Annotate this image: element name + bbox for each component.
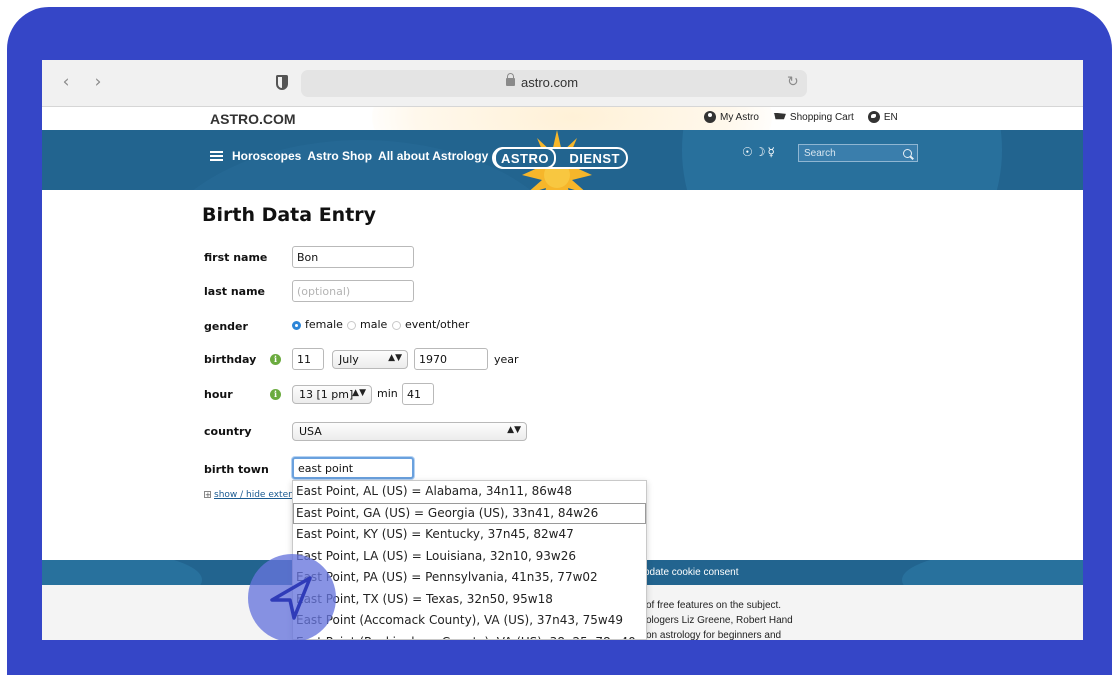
footer-line: on astrology for beginners and [646, 630, 782, 640]
cursor-indicator [248, 554, 336, 640]
select-arrows-icon: ▲▼ [388, 353, 402, 363]
cookie-band-decoration [42, 560, 202, 585]
nav-links: Horoscopes Astro Shop All about Astrolog… [232, 149, 488, 163]
month-value: July [339, 353, 359, 366]
top-links: My Astro Shopping Cart EN [704, 111, 898, 123]
reload-icon[interactable]: ↻ [787, 74, 799, 90]
forward-button[interactable]: › [90, 72, 106, 92]
nav-about-astrology[interactable]: All about Astrology [378, 149, 488, 163]
language-label: EN [883, 111, 898, 123]
show-hide-extended-link[interactable]: + show / hide exten [204, 490, 294, 500]
birth-town-label: birth town [204, 463, 269, 476]
browser-window: ‹ › astro.com ↻ ASTRO.COM My Astro Shopp… [42, 60, 1083, 640]
suggestion-item-selected[interactable]: East Point, GA (US) = Georgia (US), 33n4… [293, 502, 646, 524]
gender-male-label[interactable]: male [360, 318, 387, 331]
minute-label: min [377, 387, 398, 400]
nav-astro-shop[interactable]: Astro Shop [307, 149, 372, 163]
country-label: country [204, 425, 252, 438]
info-icon[interactable]: i [270, 389, 281, 400]
birth-town-suggestions: East Point, AL (US) = Alabama, 34n11, 86… [292, 480, 647, 640]
footer-text: of free features on the subject. ologers… [646, 598, 793, 640]
month-select[interactable]: July ▲▼ [332, 350, 408, 369]
site-search[interactable] [798, 144, 918, 162]
gender-other-label[interactable]: event/other [405, 318, 469, 331]
cookie-band-decoration-right [902, 560, 1083, 585]
shopping-cart-link[interactable]: Shopping Cart [772, 111, 854, 123]
update-cookie-consent-link[interactable]: pdate cookie consent [644, 567, 739, 578]
hour-select[interactable]: 13 [1 pm] ▲▼ [292, 385, 372, 404]
year-label: year [494, 353, 519, 366]
planet-glyphs[interactable]: ☉☽☿ [742, 145, 777, 159]
globe-icon [867, 111, 880, 123]
hour-value: 13 [1 pm] [299, 388, 354, 401]
gender-label: gender [204, 320, 248, 333]
brand-right: DIENST [569, 150, 620, 166]
footer-line: of free features on the subject. [646, 600, 782, 611]
suggestion-item[interactable]: East Point (Rockingham County), VA (US),… [293, 632, 646, 640]
gender-female-label[interactable]: female [305, 318, 343, 331]
astrodienst-logo[interactable]: ASTRO DIENST [492, 147, 628, 169]
footer-line: ologers Liz Greene, Robert Hand [646, 615, 793, 626]
birth-town-input[interactable] [292, 457, 414, 479]
main-nav: Horoscopes Astro Shop All about Astrolog… [42, 130, 1083, 190]
suggestion-item[interactable]: East Point, AL (US) = Alabama, 34n11, 86… [293, 481, 646, 503]
select-arrows-icon: ▲▼ [352, 388, 366, 398]
show-hide-label: show / hide exten [214, 490, 294, 500]
send-arrow-icon [270, 576, 312, 620]
site-logo[interactable]: ASTRO.COM [210, 111, 296, 127]
birthday-label: birthday [204, 353, 257, 366]
suggestion-item[interactable]: East Point, LA (US) = Louisiana, 32n10, … [293, 546, 646, 568]
day-input[interactable] [292, 348, 324, 370]
country-value: USA [299, 425, 322, 438]
suggestion-item[interactable]: East Point, TX (US) = Texas, 32n50, 95w1… [293, 589, 646, 611]
gender-male-radio[interactable] [347, 321, 356, 330]
cart-icon [772, 112, 786, 120]
hour-label: hour [204, 388, 233, 401]
country-select[interactable]: USA ▲▼ [292, 422, 527, 441]
minute-input[interactable] [402, 383, 434, 405]
brand-left: ASTRO [494, 147, 556, 169]
suggestion-item[interactable]: East Point (Accomack County), VA (US), 3… [293, 610, 646, 632]
shield-icon[interactable] [276, 75, 288, 90]
nav-horoscopes[interactable]: Horoscopes [232, 149, 301, 163]
address-bar[interactable]: astro.com ↻ [301, 70, 807, 97]
my-astro-link[interactable]: My Astro [704, 111, 759, 123]
user-icon [704, 111, 716, 123]
url-text: astro.com [521, 75, 579, 90]
site-top-strip: ASTRO.COM My Astro Shopping Cart EN [42, 107, 1083, 130]
language-link[interactable]: EN [867, 111, 898, 123]
page-title: Birth Data Entry [202, 204, 377, 226]
shopping-cart-label: Shopping Cart [789, 111, 854, 123]
first-name-input[interactable] [292, 246, 414, 268]
my-astro-label: My Astro [720, 111, 759, 123]
browser-toolbar: ‹ › astro.com ↻ [42, 60, 1083, 107]
first-name-label: first name [204, 251, 268, 264]
gender-female-radio[interactable] [292, 321, 301, 330]
search-icon[interactable] [903, 148, 912, 158]
select-arrows-icon: ▲▼ [507, 425, 521, 435]
search-input[interactable] [804, 147, 889, 159]
year-input[interactable] [414, 348, 488, 370]
suggestion-item[interactable]: East Point, KY (US) = Kentucky, 37n45, 8… [293, 524, 646, 546]
suggestion-item[interactable]: East Point, PA (US) = Pennsylvania, 41n3… [293, 567, 646, 589]
last-name-input[interactable] [292, 280, 414, 302]
hamburger-icon[interactable] [210, 151, 223, 161]
last-name-label: last name [204, 285, 266, 298]
expand-icon: + [204, 491, 211, 499]
info-icon[interactable]: i [270, 354, 281, 365]
lock-icon [506, 73, 515, 86]
app-frame: ‹ › astro.com ↻ ASTRO.COM My Astro Shopp… [7, 7, 1112, 675]
gender-other-radio[interactable] [392, 321, 401, 330]
back-button[interactable]: ‹ [58, 72, 74, 92]
